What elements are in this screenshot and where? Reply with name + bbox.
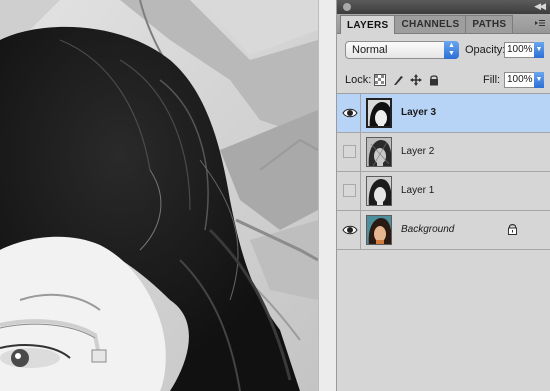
fill-field[interactable]: 100% ▼ xyxy=(504,72,544,88)
lock-position-icon[interactable] xyxy=(410,74,422,86)
panel-menu-icon[interactable] xyxy=(535,18,545,28)
document-canvas[interactable] xyxy=(0,0,318,391)
layer-name[interactable]: Layer 2 xyxy=(401,146,434,157)
layer-row-background[interactable]: Background xyxy=(337,211,550,250)
fill-value: 100% xyxy=(507,74,533,85)
panel-titlebar[interactable]: ◀◀ xyxy=(337,0,550,14)
layer-thumbnail xyxy=(366,215,392,245)
tab-channels[interactable]: CHANNELS xyxy=(394,15,467,33)
layers-list: Layer 3 Layer 2 Layer 1 Background xyxy=(337,94,550,250)
tab-paths[interactable]: PATHS xyxy=(465,15,514,33)
eye-icon xyxy=(342,108,358,118)
lock-transparent-pixels-icon[interactable] xyxy=(374,74,386,86)
visibility-toggle[interactable] xyxy=(337,133,361,171)
fill-dropdown-icon[interactable]: ▼ xyxy=(534,72,544,88)
layer-lock-icon xyxy=(508,224,517,235)
visibility-toggle[interactable] xyxy=(337,211,361,249)
layers-empty-area[interactable] xyxy=(337,254,550,391)
panel-tabs: LAYERS CHANNELS PATHS xyxy=(337,14,550,34)
layer-thumbnail xyxy=(366,98,392,128)
layer-name[interactable]: Background xyxy=(401,224,454,235)
lock-all-icon[interactable] xyxy=(428,74,440,86)
tab-layers[interactable]: LAYERS xyxy=(340,15,396,34)
layer-row-layer-1[interactable]: Layer 1 xyxy=(337,172,550,211)
opacity-field[interactable]: 100% ▼ xyxy=(504,42,544,58)
visibility-empty-icon xyxy=(343,145,356,158)
blend-mode-value: Normal xyxy=(352,44,388,56)
visibility-empty-icon xyxy=(343,184,356,197)
photo-image xyxy=(0,0,318,391)
visibility-toggle[interactable] xyxy=(337,172,361,210)
panel-close-icon[interactable] xyxy=(343,3,351,11)
select-arrows-icon: ▲ ▼ xyxy=(444,41,459,59)
layers-panel: ◀◀ LAYERS CHANNELS PATHS Normal ▲ ▼ Opaci… xyxy=(336,0,550,391)
layer-thumbnail xyxy=(366,137,392,167)
canvas-vertical-scrollbar[interactable] xyxy=(318,0,336,391)
layer-name[interactable]: Layer 1 xyxy=(401,185,434,196)
lock-label: Lock: xyxy=(345,74,372,86)
layer-row-layer-2[interactable]: Layer 2 xyxy=(337,133,550,172)
panel-collapse-icon[interactable]: ◀◀ xyxy=(534,1,546,12)
eye-icon xyxy=(342,225,358,235)
visibility-toggle[interactable] xyxy=(337,94,361,132)
layer-name[interactable]: Layer 3 xyxy=(401,107,436,118)
layer-thumbnail xyxy=(366,176,392,206)
layer-row-layer-3[interactable]: Layer 3 xyxy=(337,94,550,133)
fill-label: Fill: xyxy=(483,74,501,86)
blend-controls: Normal ▲ ▼ Opacity: 100% ▼ xyxy=(337,34,550,66)
lock-image-pixels-icon[interactable] xyxy=(392,74,404,86)
opacity-value: 100% xyxy=(507,44,533,55)
lock-row: Lock: Fill: 100% ▼ xyxy=(337,66,550,94)
blend-mode-select[interactable]: Normal ▲ ▼ xyxy=(345,41,459,59)
opacity-label: Opacity: xyxy=(465,44,506,56)
opacity-dropdown-icon[interactable]: ▼ xyxy=(534,42,544,58)
